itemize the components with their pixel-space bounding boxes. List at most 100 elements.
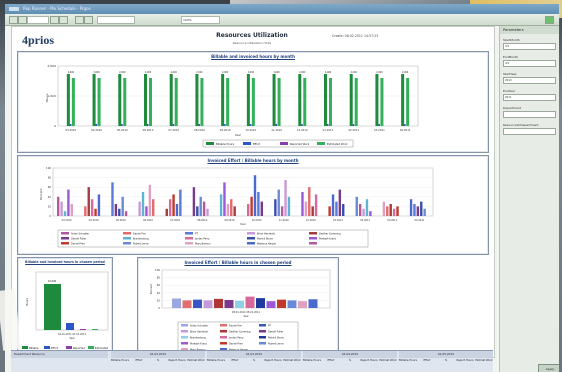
legend-label: Rebecca Harper xyxy=(257,243,276,246)
legend-label: Patrick Stone xyxy=(257,238,273,241)
bar-percent xyxy=(420,201,423,216)
legend-label: Daniel Fire xyxy=(133,233,146,236)
legend-label: Effort xyxy=(253,142,260,146)
bar-percent xyxy=(247,204,250,216)
bar-percent xyxy=(165,208,168,216)
zoom-select[interactable]: 100% xyxy=(181,16,220,24)
data-label: 2,000 xyxy=(273,71,280,74)
y-tick-label: 0 xyxy=(158,306,160,310)
bar-percent xyxy=(362,208,365,216)
last-page-button[interactable] xyxy=(59,16,68,24)
bar-percent xyxy=(287,196,291,216)
bar-percent xyxy=(245,296,255,308)
refresh-button[interactable] xyxy=(75,16,84,24)
table-column-header: Effort xyxy=(423,359,431,362)
bar-percent xyxy=(182,300,192,308)
bar-percent xyxy=(192,187,196,216)
bar-percent xyxy=(90,199,94,216)
bar-percent xyxy=(284,180,287,216)
bar-percent xyxy=(274,199,277,216)
table-column-header: % xyxy=(444,359,448,362)
bar-percent xyxy=(392,208,396,216)
bar-estimated xyxy=(200,78,204,126)
legend-label: Estimated Work xyxy=(327,142,348,146)
legend-swatch xyxy=(61,242,69,245)
app-window: Rep Runner - Mo Schedule - Prgos 100% 4p… xyxy=(5,4,559,372)
sidebar-field-input[interactable] xyxy=(503,128,556,135)
bar-effort xyxy=(352,124,355,126)
legend-swatch xyxy=(317,142,325,145)
bar-percent xyxy=(396,206,399,216)
bar-percent xyxy=(172,298,181,308)
x-tick-label: 05.2010 xyxy=(116,219,126,222)
y-axis-label: Percent xyxy=(149,283,153,294)
legend-label: Robert Lenon xyxy=(133,243,149,246)
bar-percent xyxy=(413,204,416,216)
bar-percent xyxy=(206,208,209,216)
bar-percent xyxy=(280,206,284,216)
bar-estimated xyxy=(123,78,127,126)
bar-percent xyxy=(382,201,386,216)
legend-swatch xyxy=(259,336,266,339)
first-page-button[interactable] xyxy=(9,16,18,24)
table-column-header: Estimat Work xyxy=(187,359,205,362)
x-tick-label: 12.2010 xyxy=(306,219,316,222)
legend-swatch xyxy=(243,142,251,145)
x-tick-label: 11.2010 xyxy=(271,128,282,132)
legend-label: Prakash Kraut xyxy=(319,238,336,241)
table-column-header: Billable Hours xyxy=(399,359,417,362)
bar-percent xyxy=(277,299,286,308)
x-tick-label: 10.2010 xyxy=(245,128,256,132)
report-date: Create: 08.02.2011 14:57:23 xyxy=(332,34,379,38)
apply-button[interactable]: Apply xyxy=(538,364,559,372)
table-column-header: Billable Hours xyxy=(207,359,225,362)
y-axis-label: Hours xyxy=(25,297,29,306)
bar-percent xyxy=(70,204,73,216)
x-tick-label: 03.2011 xyxy=(387,219,397,222)
x-tick-label: 05.2010 xyxy=(117,128,128,132)
bar-billable xyxy=(66,74,70,126)
x-tick-label: 04.2010 xyxy=(89,219,99,222)
table-header-resource: Department Resource xyxy=(11,351,108,358)
prev-page-button[interactable] xyxy=(18,16,27,24)
bar-percent xyxy=(63,211,67,216)
bar-percent xyxy=(389,204,392,216)
sidebar-field-input[interactable] xyxy=(503,111,556,118)
sidebar-field-input[interactable]: 2010 xyxy=(503,77,556,84)
legend-swatch xyxy=(181,336,188,339)
bar-percent xyxy=(175,204,179,216)
legend-swatch xyxy=(181,342,188,345)
bar-billable xyxy=(92,74,96,126)
close-pane-button[interactable] xyxy=(545,16,554,24)
bar-estimated xyxy=(329,78,332,126)
bar-estimated xyxy=(71,78,75,126)
legend-label: Prakash Kraut xyxy=(190,343,207,346)
chart-effort-period: Invoiced Effort / Billable hours in chos… xyxy=(137,257,339,357)
table-column-header: % xyxy=(156,359,160,362)
next-page-button[interactable] xyxy=(50,16,59,24)
legend-swatch xyxy=(259,324,266,327)
legend-label: Brian Hardwick xyxy=(190,331,209,334)
bar-percent xyxy=(219,194,223,216)
sidebar-field-label: EndMonth xyxy=(503,55,519,59)
sidebar-field-input[interactable]: 4/1 xyxy=(503,60,556,67)
x-axis-label: Year xyxy=(240,222,247,226)
x-tick-label: 08.01.2011 08.01.2011 xyxy=(232,311,261,314)
page-number-field[interactable] xyxy=(27,16,49,24)
bar-effort xyxy=(147,124,149,126)
export-select[interactable] xyxy=(97,16,135,24)
legend-label: Gerald Fuller xyxy=(71,238,86,241)
x-tick-label: 02.01.2011 01.01.2011 xyxy=(58,333,87,336)
table-column-header: Estimat Work xyxy=(283,359,301,362)
sidebar-field-input[interactable]: 2011 xyxy=(503,94,556,101)
bar-estimated xyxy=(303,78,307,126)
bar-percent xyxy=(235,300,244,308)
x-axis-label: Year xyxy=(243,314,249,318)
sidebar-field-input[interactable]: 3/1 xyxy=(503,43,556,50)
bar-percent xyxy=(328,206,331,216)
bar-percent xyxy=(253,175,257,216)
legend-swatch xyxy=(220,336,227,339)
print-button[interactable] xyxy=(84,16,93,24)
x-tick-label: 01.2011 xyxy=(333,219,343,222)
sidebar-field-label: ResourceOrDepartment xyxy=(503,123,539,127)
